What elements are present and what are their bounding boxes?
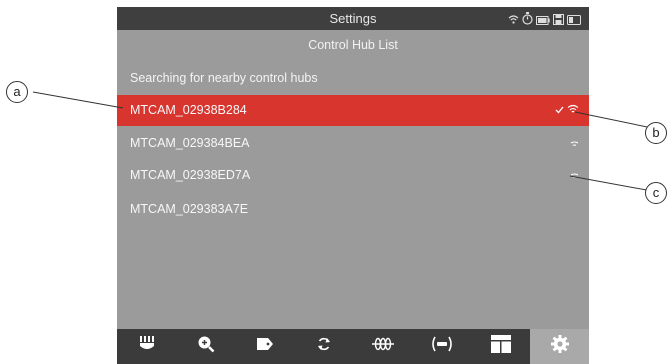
callout-b: b bbox=[645, 122, 667, 144]
callout-c: c bbox=[645, 182, 667, 204]
callout-a: a bbox=[6, 81, 28, 103]
callout-leader-lines bbox=[32, 91, 653, 192]
